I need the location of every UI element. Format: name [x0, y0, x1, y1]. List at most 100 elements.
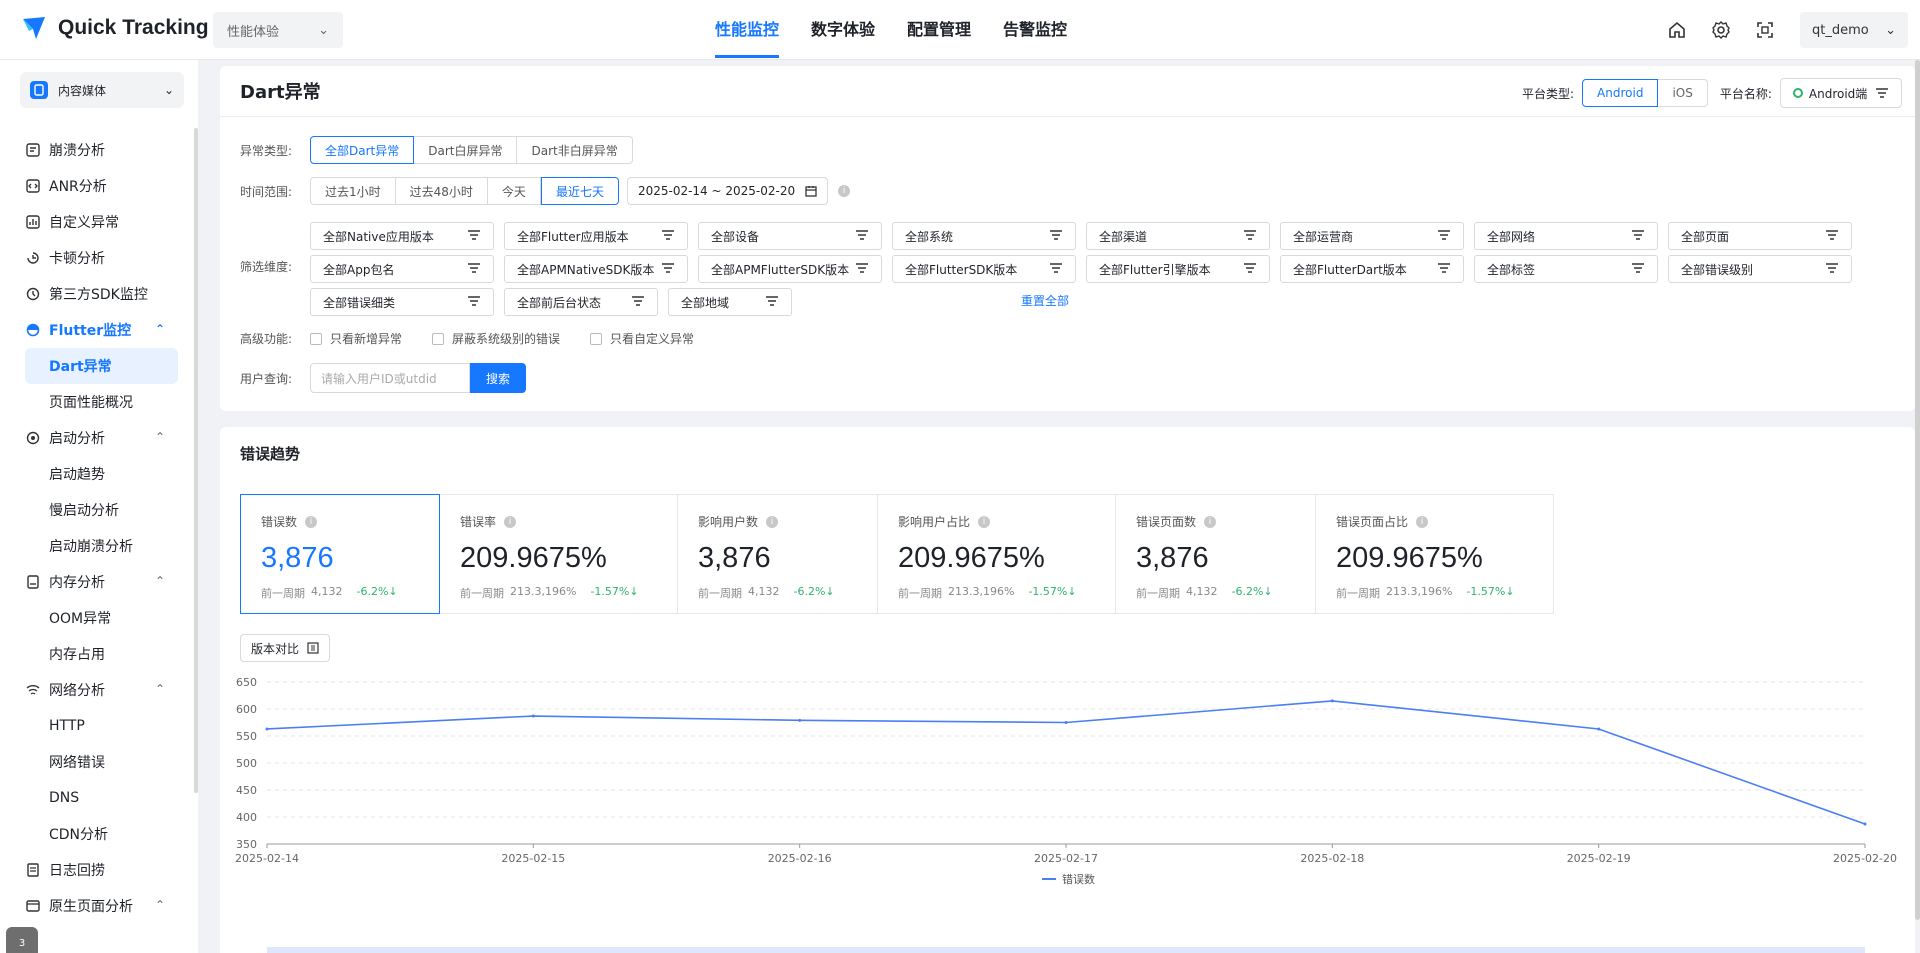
sidebar-item-1[interactable]: ANR分析: [0, 168, 190, 204]
info-icon[interactable]: i: [766, 515, 779, 528]
sidebar-item-14[interactable]: 内存占用: [0, 636, 190, 672]
sidebar-item-label: 第三方SDK监控: [49, 287, 148, 303]
user-name: qt_demo: [1812, 22, 1869, 38]
dimension-filter[interactable]: 全部系统: [892, 222, 1076, 250]
topnav-config[interactable]: 配置管理: [907, 0, 971, 60]
sidebar-item-0[interactable]: 崩溃分析: [0, 132, 190, 168]
dimension-filter[interactable]: 全部前后台状态: [504, 288, 658, 316]
topnav-alert[interactable]: 告警监控: [1003, 0, 1067, 60]
platform-name-select[interactable]: Android端: [1779, 78, 1903, 108]
sidebar-item-3[interactable]: 卡顿分析: [0, 240, 190, 276]
page-title: Dart异常: [240, 82, 321, 103]
metric-card[interactable]: 影响用户数 i 3,876 前一周期 4,132 -6.2%↓: [678, 494, 878, 614]
topnav-performance[interactable]: 性能监控: [715, 0, 780, 60]
sidebar-item-10[interactable]: 慢启动分析: [0, 492, 190, 528]
sidebar-scrollbar[interactable]: [194, 128, 198, 793]
prev-value: 213.3,196%: [1386, 585, 1453, 598]
dimension-filter[interactable]: 全部标签: [1474, 255, 1658, 283]
dimension-filter[interactable]: 全部FlutterSDK版本: [892, 255, 1076, 283]
dimension-filter[interactable]: 全部Flutter引擎版本: [1086, 255, 1270, 283]
prev-label: 前一周期: [1336, 587, 1380, 600]
date-range-picker[interactable]: 2025-02-14 ~ 2025-02-20: [626, 177, 829, 205]
error-type-all[interactable]: 全部Dart异常: [310, 136, 415, 164]
sidebar-item-13[interactable]: OOM异常: [0, 600, 190, 636]
info-icon[interactable]: i: [1416, 515, 1429, 528]
info-icon[interactable]: i: [1204, 515, 1217, 528]
main-scrollbar[interactable]: [1915, 60, 1920, 920]
user-search-input[interactable]: 请输入用户ID或utdid: [310, 363, 470, 393]
sidebar-item-19[interactable]: CDN分析: [0, 816, 190, 852]
sidebar-item-21[interactable]: 原生页面分析 ⌃: [0, 888, 190, 924]
sidebar-item-4[interactable]: 第三方SDK监控: [0, 276, 190, 312]
metric-card[interactable]: 错误页面数 i 3,876 前一周期 4,132 -6.2%↓: [1116, 494, 1316, 614]
section-title: 错误趋势: [240, 445, 301, 463]
sidebar-item-12[interactable]: 内存分析 ⌃: [0, 564, 190, 600]
check-new-only[interactable]: 只看新增异常: [310, 330, 402, 347]
info-icon[interactable]: i: [838, 185, 851, 197]
dimension-filter[interactable]: 全部Native应用版本: [310, 222, 494, 250]
error-type-nonwhite[interactable]: Dart非白屏异常: [517, 136, 633, 164]
sidebar-item-5[interactable]: Flutter监控 ⌃: [0, 312, 190, 348]
dimension-filter[interactable]: 全部地域: [668, 288, 792, 316]
app-select[interactable]: 内容媒体 ⌄: [20, 72, 184, 108]
checkbox[interactable]: [590, 332, 603, 345]
dimension-filter[interactable]: 全部渠道: [1086, 222, 1270, 250]
metric-title: 错误页面占比 i: [1336, 513, 1533, 530]
dimension-filter[interactable]: 全部页面: [1668, 222, 1852, 250]
info-icon[interactable]: i: [978, 515, 991, 528]
info-icon[interactable]: i: [305, 515, 318, 528]
platform-ios[interactable]: iOS: [1658, 79, 1708, 107]
search-button[interactable]: 搜索: [470, 363, 526, 393]
sidebar-item-2[interactable]: 自定义异常: [0, 204, 190, 240]
dimension-filter[interactable]: 全部Flutter应用版本: [504, 222, 688, 250]
dimension-filter[interactable]: 全部APMNativeSDK版本: [504, 255, 688, 283]
gear-icon[interactable]: [1708, 17, 1734, 43]
dimension-filter[interactable]: 全部错误细类: [310, 288, 494, 316]
dimension-filter[interactable]: 全部错误级别: [1668, 255, 1852, 283]
dimension-filter[interactable]: 全部运营商: [1280, 222, 1464, 250]
metric-card[interactable]: 错误率 i 209.9675% 前一周期 213.3,196% -1.57%↓: [440, 494, 678, 614]
sidebar-item-11[interactable]: 启动崩溃分析: [0, 528, 190, 564]
logo[interactable]: Quick Tracking: [20, 14, 209, 42]
time-1h[interactable]: 过去1小时: [310, 177, 396, 205]
check-custom-only[interactable]: 只看自定义异常: [590, 330, 694, 347]
product-select[interactable]: 性能体验 ⌄: [213, 12, 343, 48]
chevron-down-icon: ⌄: [318, 22, 329, 38]
floating-tool-button[interactable]: 3: [6, 927, 38, 953]
platform-android[interactable]: Android: [1582, 79, 1659, 107]
dimension-filter[interactable]: 全部网络: [1474, 222, 1658, 250]
time-today[interactable]: 今天: [487, 177, 541, 205]
dimension-filter[interactable]: 全部APMFlutterSDK版本: [698, 255, 882, 283]
sidebar-item-16[interactable]: HTTP: [0, 708, 190, 744]
checkbox[interactable]: [432, 332, 445, 345]
user-menu[interactable]: qt_demo ⌄: [1800, 12, 1908, 48]
reset-all-link[interactable]: 重置全部: [1021, 292, 1069, 309]
metric-card[interactable]: 错误页面占比 i 209.9675% 前一周期 213.3,196% -1.57%↓: [1316, 494, 1554, 614]
home-icon[interactable]: [1664, 17, 1690, 43]
dimension-filter[interactable]: 全部设备: [698, 222, 882, 250]
metric-card[interactable]: 错误数 i 3,876 前一周期 4,132 -6.2%↓: [240, 494, 440, 614]
topnav-digital[interactable]: 数字体验: [811, 0, 875, 60]
check-hide-system[interactable]: 屏蔽系统级别的错误: [432, 330, 560, 347]
y-tick-label: 500: [236, 757, 257, 770]
version-compare-button[interactable]: 版本对比: [240, 634, 331, 662]
sidebar-item-9[interactable]: 启动趋势: [0, 456, 190, 492]
time-48h[interactable]: 过去48小时: [395, 177, 488, 205]
checkbox[interactable]: [310, 332, 322, 345]
error-type-white[interactable]: Dart白屏异常: [414, 136, 518, 164]
sidebar-item-17[interactable]: 网络错误: [0, 744, 190, 780]
top-bar: Quick Tracking 性能体验 ⌄ 性能监控 数字体验 配置管理 告警监…: [0, 0, 1920, 60]
dimension-filter-label: 全部前后台状态: [517, 295, 602, 310]
scan-icon[interactable]: [1752, 17, 1778, 43]
dimension-filter[interactable]: 全部FlutterDart版本: [1280, 255, 1464, 283]
metric-card[interactable]: 影响用户占比 i 209.9675% 前一周期 213.3,196% -1.57%↓: [878, 494, 1116, 614]
sidebar-item-6[interactable]: Dart异常: [25, 348, 178, 384]
sidebar-item-8[interactable]: 启动分析 ⌃: [0, 420, 190, 456]
sidebar-item-18[interactable]: DNS: [0, 780, 190, 816]
sidebar-item-20[interactable]: 日志回捞: [0, 852, 190, 888]
time-7d[interactable]: 最近七天: [540, 177, 619, 205]
dimension-filter[interactable]: 全部App包名: [310, 255, 494, 283]
info-icon[interactable]: i: [504, 515, 517, 528]
sidebar-item-15[interactable]: 网络分析 ⌃: [0, 672, 190, 708]
sidebar-item-7[interactable]: 页面性能概况: [0, 384, 190, 420]
